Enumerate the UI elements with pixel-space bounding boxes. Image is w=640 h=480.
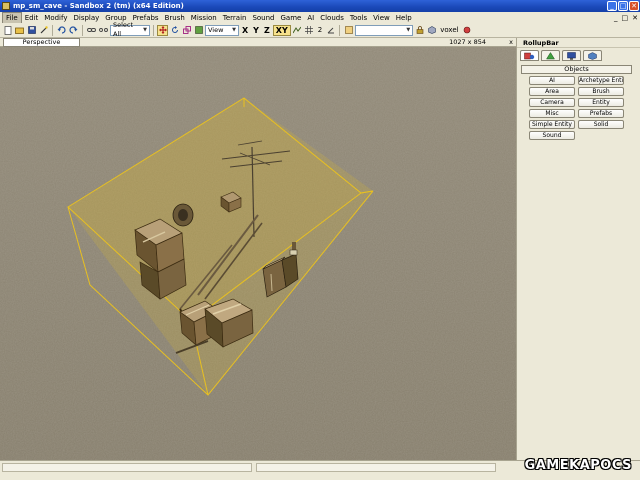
rollup-tabs — [517, 48, 640, 63]
prefabs-object-button[interactable]: Prefabs — [578, 109, 624, 118]
ai-object-button[interactable]: AI — [529, 76, 575, 85]
app-icon — [2, 2, 10, 10]
minimize-button[interactable]: _ — [607, 1, 617, 11]
menu-view[interactable]: View — [370, 13, 393, 23]
menu-modify[interactable]: Modify — [41, 13, 70, 23]
voxel-icon[interactable] — [426, 25, 437, 36]
terrain-follow-icon[interactable] — [292, 25, 303, 36]
brush-object-button[interactable]: Brush — [578, 87, 624, 96]
object-type-grid: AI Archetype Entity Area Brush Camera En… — [521, 76, 632, 140]
menu-game[interactable]: Game — [278, 13, 305, 23]
voxel-label[interactable]: voxel — [438, 26, 460, 34]
viewport-header: Perspective 1027 x 854 x — [0, 38, 516, 47]
menu-ai[interactable]: AI — [304, 13, 317, 23]
unlink-icon[interactable] — [98, 25, 109, 36]
viewport-resolution: 1027 x 854 — [449, 38, 486, 46]
angle-snap-icon[interactable] — [325, 25, 336, 36]
viewport-scene[interactable] — [0, 47, 516, 460]
layers-tab-icon[interactable] — [583, 50, 602, 61]
layer-combo[interactable]: ▼ — [355, 24, 414, 36]
mdi-restore-button[interactable]: □ — [620, 14, 631, 22]
new-file-icon[interactable] — [2, 25, 13, 36]
menu-edit[interactable]: Edit — [22, 13, 42, 23]
window-title: mp_sm_cave - Sandbox 2 (tm) (x64 Edition… — [13, 2, 184, 10]
layer-lock-icon[interactable] — [414, 25, 425, 36]
link-icon[interactable] — [86, 25, 97, 36]
objects-tab-icon[interactable] — [520, 50, 539, 61]
select-tool-icon[interactable] — [157, 24, 168, 36]
physics-icon[interactable] — [462, 25, 473, 36]
menu-terrain[interactable]: Terrain — [220, 13, 250, 23]
axis-xy-toggle[interactable]: XY — [272, 24, 291, 36]
menu-mission[interactable]: Mission — [188, 13, 220, 23]
sound-object-button[interactable]: Sound — [529, 131, 575, 140]
viewport-title[interactable]: Perspective — [3, 38, 80, 47]
axis-y-toggle[interactable]: Y — [251, 26, 261, 35]
misc-object-button[interactable]: Misc — [529, 109, 575, 118]
status-message-cell — [2, 463, 252, 472]
undo-icon[interactable] — [56, 25, 67, 36]
perspective-viewport[interactable] — [0, 47, 516, 460]
mdi-close-button[interactable]: ✕ — [630, 14, 640, 22]
title-bar: mp_sm_cave - Sandbox 2 (tm) (x64 Edition… — [0, 0, 640, 12]
layer-icon[interactable] — [343, 25, 354, 36]
menu-file[interactable]: File — [2, 11, 22, 24]
rollup-title: RollupBar — [517, 38, 640, 48]
chevron-down-icon: ▼ — [143, 26, 147, 33]
terrain-tab-icon[interactable] — [541, 50, 560, 61]
menu-display[interactable]: Display — [70, 13, 102, 23]
menu-sound[interactable]: Sound — [249, 13, 277, 23]
simple-entity-button[interactable]: Simple Entity — [529, 120, 575, 129]
display-tab-icon[interactable] — [562, 50, 581, 61]
chevron-down-icon: ▼ — [406, 26, 411, 33]
snap-value[interactable]: 2 — [316, 26, 324, 34]
close-button[interactable]: ✕ — [629, 1, 639, 11]
axis-x-toggle[interactable]: X — [240, 26, 250, 35]
maximize-button[interactable]: □ — [618, 1, 628, 11]
save-icon[interactable] — [26, 25, 37, 36]
rollup-bar: RollupBar Objects AI Archetype Entity Ar… — [516, 38, 640, 460]
solid-object-button[interactable]: Solid — [578, 120, 624, 129]
viewport-close-button[interactable]: x — [509, 38, 513, 47]
redo-icon[interactable] — [68, 25, 79, 36]
rotate-tool-icon[interactable] — [169, 25, 180, 36]
open-folder-icon[interactable] — [14, 25, 25, 36]
cable-spool-prop[interactable] — [172, 203, 194, 227]
archetype-entity-button[interactable]: Archetype Entity — [578, 76, 624, 85]
terrain-select-icon[interactable] — [193, 25, 204, 36]
chevron-down-icon: ▼ — [232, 26, 236, 33]
menu-tools[interactable]: Tools — [347, 13, 370, 23]
camera-object-button[interactable]: Camera — [529, 98, 575, 107]
watermark: GAMEKAPOCS — [524, 458, 632, 473]
menu-brush[interactable]: Brush — [162, 13, 188, 23]
menu-clouds[interactable]: Clouds — [317, 13, 347, 23]
axis-z-toggle[interactable]: Z — [262, 26, 272, 35]
main-toolbar: Select All ▼ View ▼ X Y Z XY 2 ▼ voxel — [0, 21, 640, 38]
status-coords-cell — [256, 463, 496, 472]
objects-section-header[interactable]: Objects — [521, 65, 632, 74]
mdi-minimize-button[interactable]: _ — [612, 14, 620, 22]
scale-tool-icon[interactable] — [181, 25, 192, 36]
magic-wand-icon[interactable] — [38, 25, 49, 36]
menu-help[interactable]: Help — [393, 13, 415, 23]
area-object-button[interactable]: Area — [529, 87, 575, 96]
snap-grid-icon[interactable] — [304, 25, 315, 36]
menu-bar: File Edit Modify Display Group Prefabs B… — [0, 11, 640, 24]
selection-combo[interactable]: Select All ▼ — [110, 21, 150, 38]
coordinate-system-combo[interactable]: View ▼ — [205, 24, 239, 36]
entity-object-button[interactable]: Entity — [578, 98, 624, 107]
